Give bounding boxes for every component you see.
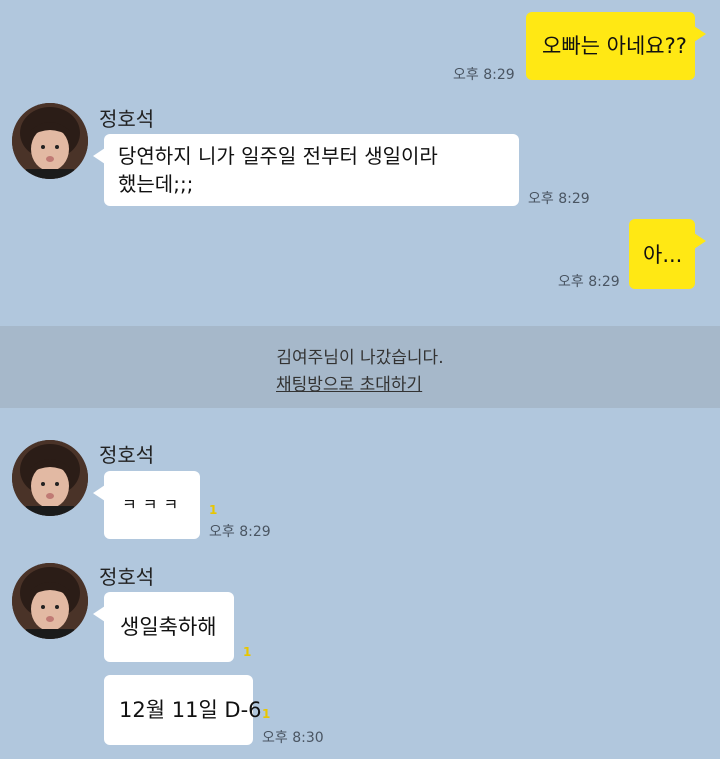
unread-count: 1 <box>209 503 218 517</box>
message-text: 12월 11일 D-6 <box>119 698 262 722</box>
message-text: 아... <box>643 243 683 267</box>
avatar-photo <box>12 563 88 639</box>
avatar-photo <box>12 103 88 179</box>
left-chat-notice: 김여주님이 나갔습니다. <box>276 348 444 368</box>
sender-name: 정호석 <box>99 443 155 467</box>
invite-to-chat-link[interactable]: 채팅방으로 초대하기 <box>276 370 422 395</box>
message-text: 오빠는 아네요?? <box>542 34 687 58</box>
sender-name: 정호석 <box>99 565 155 589</box>
message-text-line: 당연하지 니가 일주일 전부터 생일이라 <box>118 144 438 168</box>
message-text-line: 했는데;;; <box>118 172 194 196</box>
other-message-bubble[interactable]: 생일축하해 <box>93 592 234 662</box>
my-message-bubble[interactable]: 오빠는 아네요?? <box>526 12 706 80</box>
my-message-bubble[interactable]: 아... <box>629 219 706 289</box>
message-timestamp: 오후 8:29 <box>453 67 515 83</box>
message-timestamp: 오후 8:29 <box>528 191 590 207</box>
avatar[interactable] <box>12 563 88 639</box>
other-message-bubble[interactable]: 12월 11일 D-6 <box>104 675 262 745</box>
message-timestamp: 오후 8:30 <box>262 730 324 746</box>
sender-name: 정호석 <box>99 107 155 131</box>
other-message-bubble[interactable]: ㅋㅋㅋ <box>93 471 200 539</box>
unread-count: 1 <box>243 645 252 659</box>
message-text: ㅋㅋㅋ <box>122 495 185 514</box>
unread-count: 1 <box>262 707 271 721</box>
avatar[interactable] <box>12 103 88 179</box>
avatar-photo <box>12 440 88 516</box>
avatar[interactable] <box>12 440 88 516</box>
other-message-bubble[interactable]: 당연하지 니가 일주일 전부터 생일이라 했는데;;; <box>93 134 519 206</box>
message-timestamp: 오후 8:29 <box>558 274 620 290</box>
message-text: 생일축하해 <box>120 615 217 639</box>
message-timestamp: 오후 8:29 <box>209 524 271 540</box>
